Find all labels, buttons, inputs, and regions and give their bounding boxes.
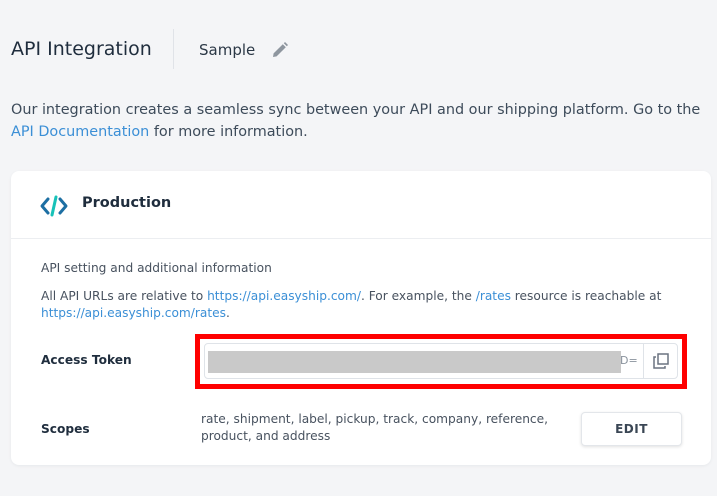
url-note-part4: . [226,306,230,320]
scopes-value: rate, shipment, label, pickup, track, co… [201,412,549,443]
edit-scopes-button[interactable]: EDIT [581,412,682,446]
pencil-icon[interactable] [271,41,289,59]
code-icon [40,195,68,217]
title-divider [173,29,174,69]
example-url-link[interactable]: https://api.easyship.com/rates [41,306,226,320]
section-label: API setting and additional information [41,261,272,275]
copy-divider [643,344,644,378]
token-redaction [208,351,621,373]
production-card: Production API setting and additional in… [11,171,711,465]
url-note-part2: . For example, the [360,289,476,303]
access-token-field[interactable]: D= [204,343,678,379]
card-title: Production [82,195,172,211]
app-name: Sample [199,41,256,59]
copy-token-button[interactable] [645,344,677,378]
url-note: All API URLs are relative to https://api… [41,288,691,322]
url-note-part3: resource is reachable at [510,289,662,303]
intro-text: Our integration creates a seamless sync … [11,99,711,143]
intro-text-after: for more information. [149,124,308,140]
token-visible-suffix: D= [620,354,638,367]
card-header: Production [11,171,711,239]
rates-resource-link[interactable]: /rates [476,289,511,303]
api-documentation-link[interactable]: API Documentation [11,124,149,140]
copy-icon [653,353,669,369]
access-token-label: Access Token [41,353,132,367]
url-note-part1: All API URLs are relative to [41,289,208,303]
page-title: API Integration [11,38,152,60]
scopes-label: Scopes [41,422,90,436]
intro-text-before: Our integration creates a seamless sync … [11,102,701,118]
base-url-link[interactable]: https://api.easyship.com/ [207,289,361,303]
